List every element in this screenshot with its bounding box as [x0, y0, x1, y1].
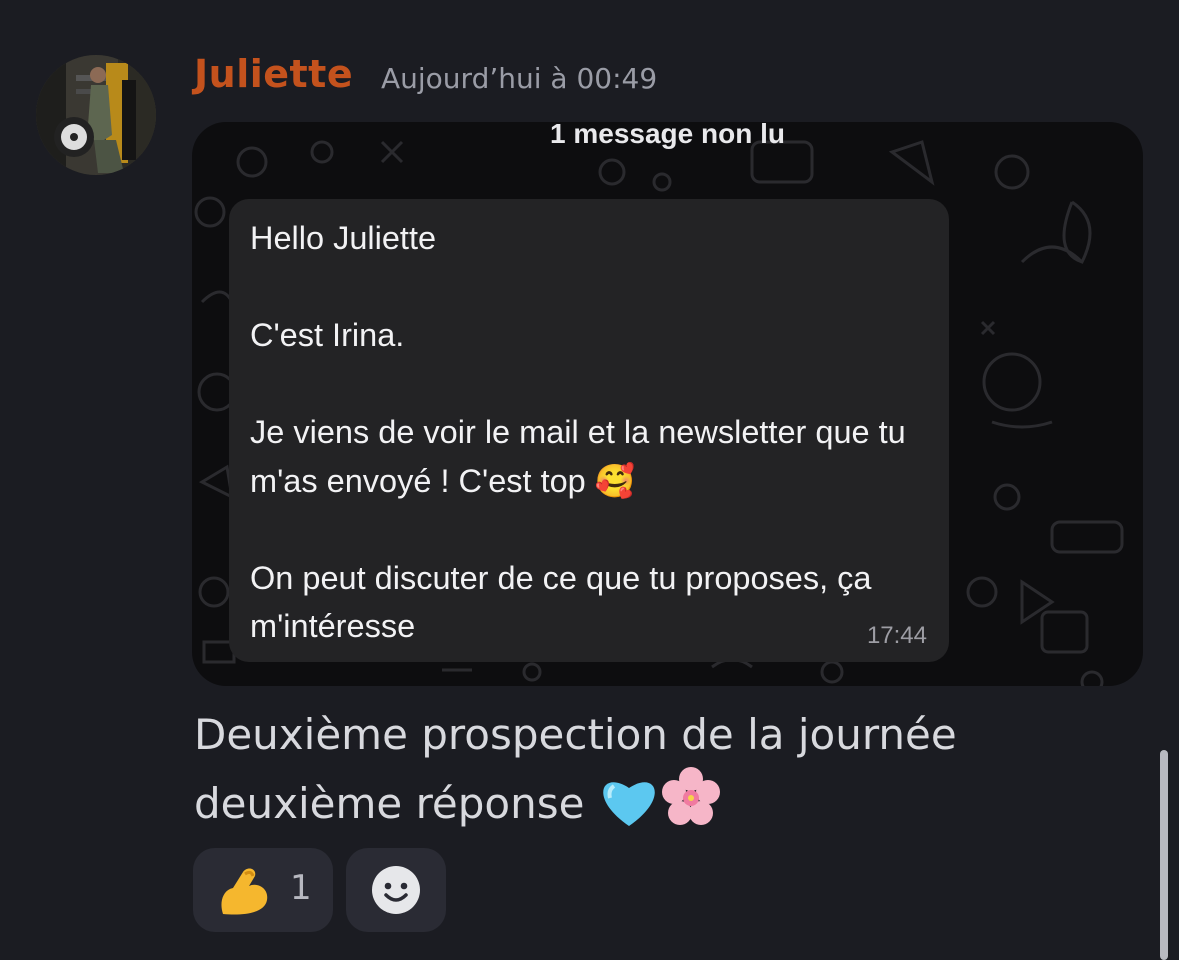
chat-bubble-time: 17:44 [866, 622, 927, 649]
avatar[interactable] [36, 55, 156, 175]
chat-bubble: Hello Juliette C'est Irina. Je viens de … [229, 199, 949, 662]
message-text: Deuxième prospection de la journée deuxi… [194, 710, 957, 828]
smiley-add-reaction-icon [371, 865, 421, 919]
unread-banner: 1 message non lu [550, 122, 785, 149]
author-name[interactable]: Juliette [194, 52, 353, 96]
screenshot-attachment[interactable]: 1 message non lu Hello Juliette C'est Ir… [192, 122, 1143, 686]
reaction-flexed-biceps[interactable]: 1 [193, 848, 333, 932]
avatar-photo [36, 55, 156, 175]
reaction-count: 1 [290, 868, 312, 908]
cherry-blossom-icon [660, 766, 722, 845]
flexed-biceps-icon [217, 864, 271, 922]
chat-bubble-text: Hello Juliette C'est Irina. Je viens de … [250, 220, 906, 644]
scrollbar[interactable] [1160, 750, 1168, 960]
add-reaction-button[interactable] [346, 848, 446, 932]
message-timestamp: Aujourd’hui à 00:49 [381, 62, 658, 95]
blue-heart-icon [600, 774, 658, 845]
message-content: Deuxième prospection de la journée deuxi… [194, 704, 1154, 845]
